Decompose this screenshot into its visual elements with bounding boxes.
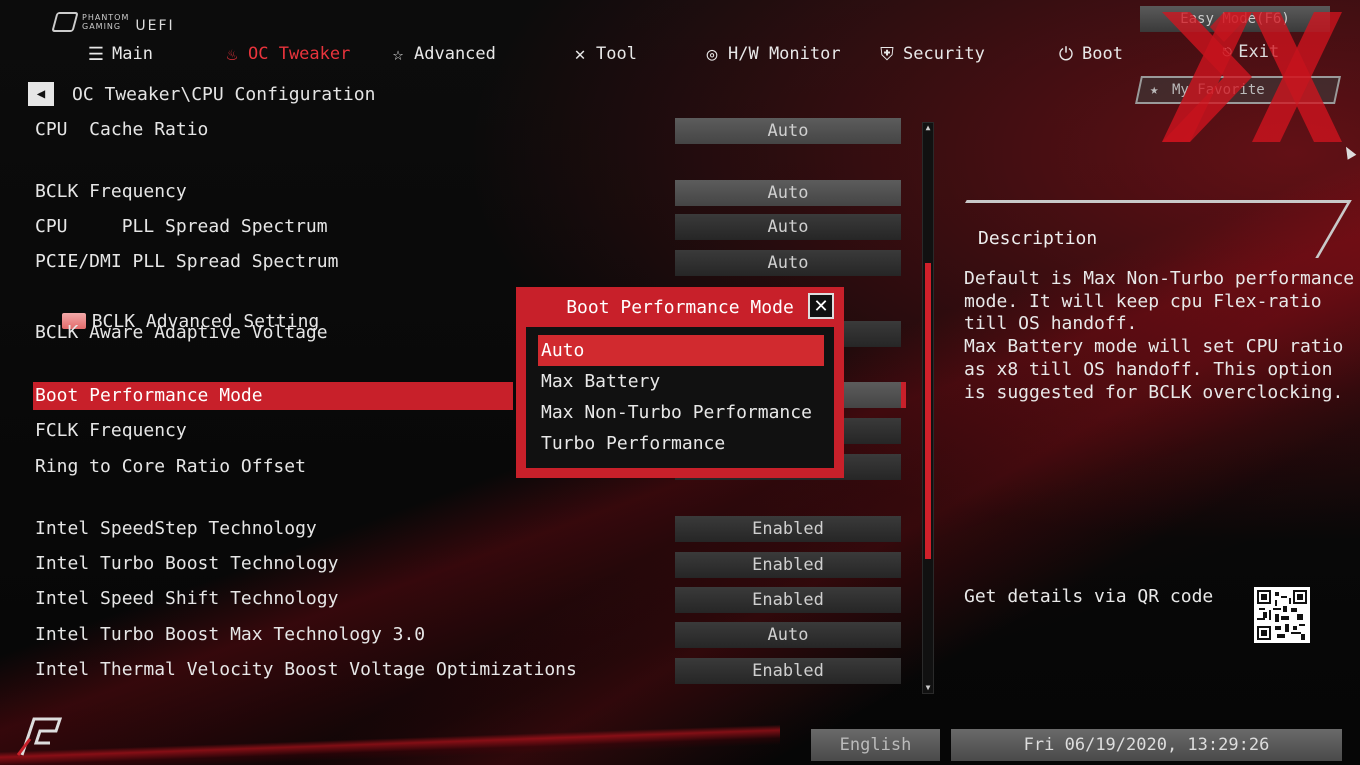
dialog-header: Boot Performance Mode ✕ — [516, 287, 844, 327]
scroll-down-icon[interactable]: ▼ — [923, 683, 933, 693]
list-icon: ☰ — [87, 43, 105, 65]
value-intel-speed-shift[interactable]: Enabled — [675, 587, 901, 613]
tab-security[interactable]: ⛨ Security — [877, 40, 985, 68]
option-list: Auto Max Battery Max Non-Turbo Performan… — [538, 335, 824, 459]
brand-uefi: UEFI — [135, 18, 175, 34]
easy-mode-button[interactable]: Easy Mode(F6) — [1140, 6, 1330, 32]
value-pcie-dmi-pll-spread-spectrum[interactable]: Auto — [675, 250, 901, 276]
value-intel-tvb-voltage-optimizations[interactable]: Enabled — [675, 658, 901, 684]
settings-scrollbar[interactable]: ▲ ▼ — [922, 122, 934, 694]
setting-intel-speed-shift[interactable]: Intel Speed Shift Technology — [35, 585, 338, 613]
tools-icon: ✕ — [574, 43, 586, 65]
setting-cpu-pll-spread-spectrum[interactable]: CPU PLL Spread Spectrum — [35, 213, 328, 241]
back-button[interactable]: ◀ — [28, 82, 54, 106]
close-icon: ✕ — [813, 295, 829, 317]
description-title: Description — [978, 228, 1098, 249]
value-cpu-cache-ratio[interactable]: Auto — [675, 118, 901, 144]
value-cpu-pll-spread-spectrum[interactable]: Auto — [675, 214, 901, 240]
date-time-display: Fri 06/19/2020, 13:29:26 — [951, 729, 1342, 761]
tab-hw-monitor-label: H/W Monitor — [728, 44, 841, 64]
description-text: Default is Max Non-Turbo performance mod… — [964, 268, 1355, 403]
setting-fclk-frequency[interactable]: FCLK Frequency — [35, 417, 187, 445]
tab-main-label: Main — [112, 44, 153, 64]
setting-pcie-dmi-pll-spread-spectrum[interactable]: PCIE/DMI PLL Spread Spectrum — [35, 248, 338, 276]
monitor-icon: ◎ — [706, 43, 718, 65]
exit-icon: ⎋ — [1222, 42, 1233, 62]
power-icon: ⏻ — [1058, 43, 1074, 65]
mouse-cursor-icon — [1341, 144, 1357, 160]
value-intel-turbo-boost-max-3[interactable]: Auto — [675, 622, 901, 648]
setting-cpu-cache-ratio[interactable]: CPU Cache Ratio — [35, 116, 208, 144]
brand-logo: PHANTOM GAMING UEFI — [51, 10, 175, 34]
setting-intel-tvb-voltage-optimizations[interactable]: Intel Thermal Velocity Boost Voltage Opt… — [35, 656, 577, 684]
setting-intel-turbo-boost-max-3[interactable]: Intel Turbo Boost Max Technology 3.0 — [35, 621, 425, 649]
tab-tool[interactable]: ✕ Tool — [570, 40, 637, 68]
setting-boot-performance-mode[interactable]: Boot Performance Mode — [33, 382, 513, 410]
option-auto[interactable]: Auto — [538, 335, 824, 366]
tab-security-label: Security — [903, 44, 985, 64]
flame-icon: ♨ — [226, 43, 238, 65]
phantom-gaming-footer-logo-icon — [16, 717, 63, 756]
language-button[interactable]: English — [811, 729, 940, 761]
tab-main[interactable]: ☰ Main — [86, 40, 153, 68]
setting-bclk-frequency[interactable]: BCLK Frequency — [35, 178, 187, 206]
tab-boot-label: Boot — [1082, 44, 1123, 64]
star-icon: ☆ — [392, 43, 404, 65]
setting-bclk-advanced-setting[interactable]: BCLK Advanced Setting — [40, 280, 319, 332]
close-button[interactable]: ✕ — [808, 293, 834, 319]
tab-oc-tweaker-label: OC Tweaker — [248, 44, 351, 64]
background-streak — [0, 725, 780, 765]
tab-advanced[interactable]: ☆ Advanced — [388, 40, 496, 68]
value-bclk-frequency[interactable]: Auto — [675, 180, 901, 206]
breadcrumb-path: OC Tweaker\CPU Configuration — [72, 83, 376, 105]
breadcrumb: ◀ OC Tweaker\CPU Configuration — [28, 82, 375, 106]
boot-performance-mode-dialog: Boot Performance Mode ✕ Auto Max Battery… — [516, 287, 844, 478]
dialog-title: Boot Performance Mode — [566, 296, 794, 318]
value-intel-turbo-boost[interactable]: Enabled — [675, 552, 901, 578]
tab-oc-tweaker[interactable]: ♨ OC Tweaker — [222, 40, 351, 68]
brand-line-1: PHANTOM — [82, 13, 130, 22]
tab-boot[interactable]: ⏻ Boot — [1056, 40, 1123, 68]
exit-label: Exit — [1238, 42, 1280, 62]
setting-ring-to-core-ratio-offset[interactable]: Ring to Core Ratio Offset — [35, 453, 306, 481]
shield-icon: ⛨ — [880, 43, 894, 65]
brand-line-2: GAMING — [82, 22, 122, 31]
scroll-up-icon[interactable]: ▲ — [923, 123, 933, 133]
setting-bclk-aware-adaptive-voltage[interactable]: BCLK Aware Adaptive Voltage — [35, 319, 328, 347]
scrollbar-thumb[interactable] — [925, 263, 931, 559]
arrow-left-icon: ◀ — [36, 86, 46, 102]
tab-advanced-label: Advanced — [414, 44, 496, 64]
qr-code-label: Get details via QR code — [964, 586, 1214, 607]
option-turbo-performance[interactable]: Turbo Performance — [538, 428, 824, 459]
setting-intel-turbo-boost[interactable]: Intel Turbo Boost Technology — [35, 550, 338, 578]
phantom-gaming-logo-icon — [51, 12, 79, 32]
option-max-non-turbo-performance[interactable]: Max Non-Turbo Performance — [538, 397, 824, 428]
exit-button[interactable]: ⎋ Exit — [1222, 42, 1279, 62]
tab-tool-label: Tool — [596, 44, 637, 64]
option-max-battery[interactable]: Max Battery — [538, 366, 824, 397]
qr-code-icon — [1254, 587, 1310, 643]
my-favorite-label: My Favorite — [1172, 82, 1266, 98]
my-favorite-button[interactable]: ★ My Favorite — [1135, 76, 1341, 104]
setting-intel-speedstep[interactable]: Intel SpeedStep Technology — [35, 515, 317, 543]
value-intel-speedstep[interactable]: Enabled — [675, 516, 901, 542]
tab-hw-monitor[interactable]: ◎ H/W Monitor — [702, 40, 841, 68]
star-icon: ★ — [1150, 82, 1159, 98]
